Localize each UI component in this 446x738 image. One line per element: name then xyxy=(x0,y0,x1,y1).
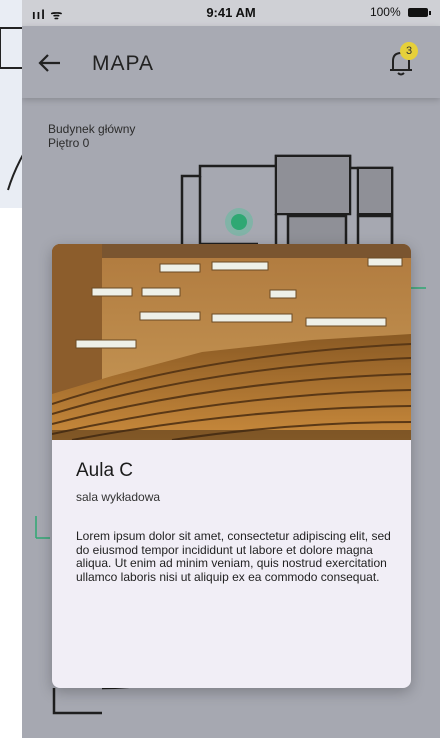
battery-percent: 100% xyxy=(369,5,401,19)
building-name: Budynek główny xyxy=(48,122,136,136)
app-bar: MAPA 3 xyxy=(22,26,440,98)
location-pin[interactable] xyxy=(225,208,253,236)
battery-indicator: 100% xyxy=(369,5,431,19)
room-detail-card[interactable]: Aula C sala wykładowa Lorem ipsum dolor … xyxy=(52,244,411,688)
page-title: MAPA xyxy=(92,52,154,75)
back-button[interactable] xyxy=(32,46,66,80)
notification-badge: 3 xyxy=(400,42,418,60)
arrow-left-icon xyxy=(38,54,60,72)
phone-screen: ııl ᯤ 9:41 AM 100% MAPA 3 Budynek główny… xyxy=(22,0,440,738)
room-name: Aula C xyxy=(76,460,134,481)
notifications-button[interactable]: 3 xyxy=(382,42,422,82)
status-bar: ııl ᯤ 9:41 AM 100% xyxy=(22,0,440,26)
lecture-hall-photo xyxy=(52,244,411,440)
floor-name: Piętro 0 xyxy=(48,136,90,150)
room-description: Lorem ipsum dolor sit amet, consectetur … xyxy=(76,529,391,584)
location-label: Budynek główny Piętro 0 xyxy=(48,122,135,150)
battery-icon xyxy=(408,8,431,18)
room-type: sala wykładowa xyxy=(76,490,161,504)
